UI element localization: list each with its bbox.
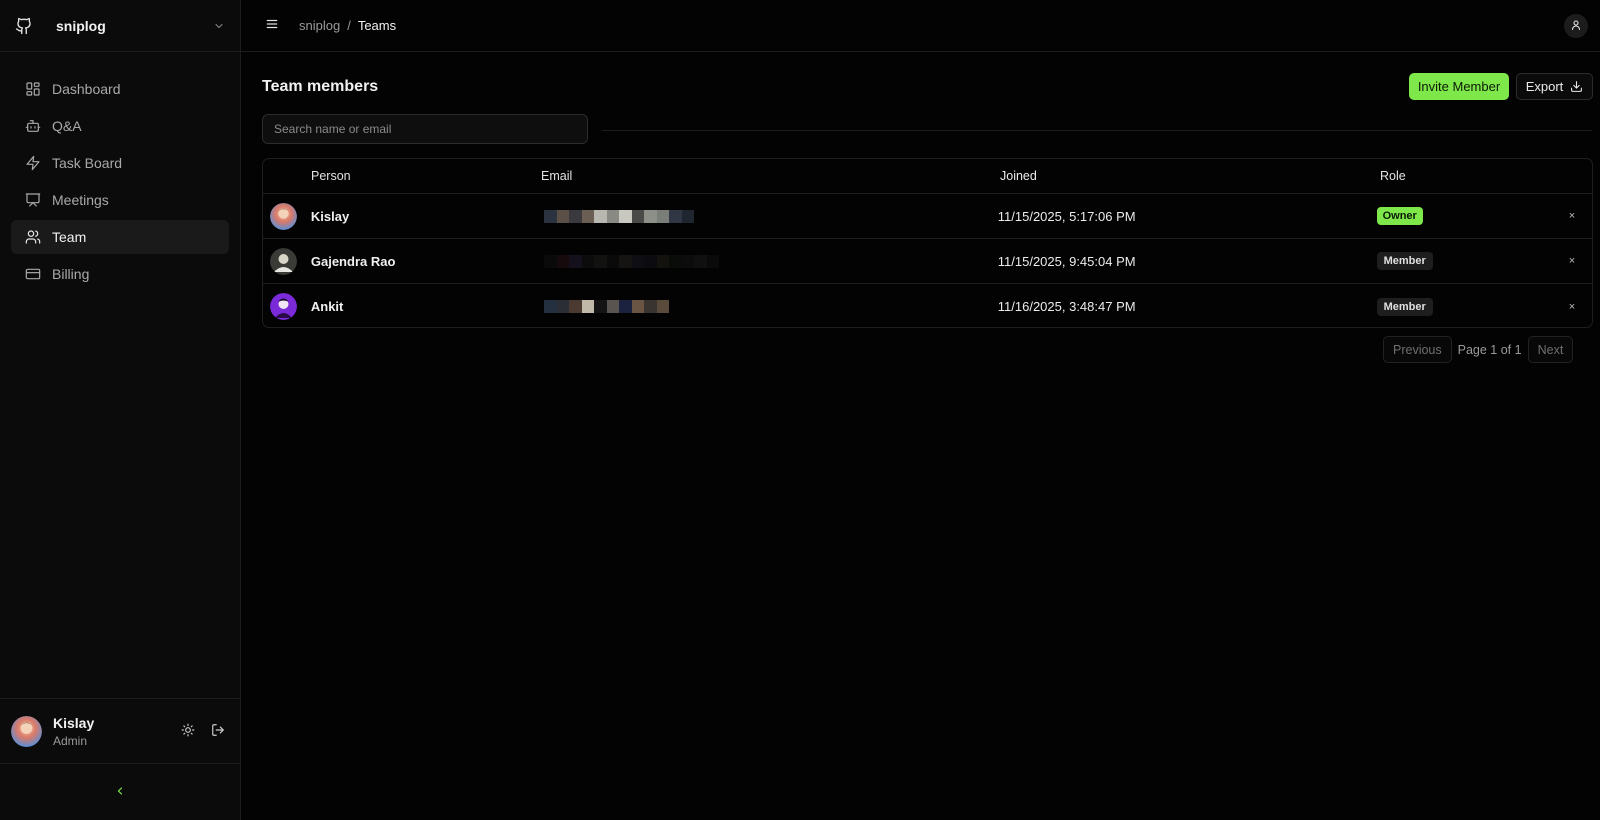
theme-toggle-button[interactable] (177, 720, 199, 742)
export-label: Export (1525, 79, 1564, 94)
redacted-email (544, 254, 998, 268)
role-badge: Member (1376, 252, 1433, 270)
sidebar-item-team[interactable]: Team (11, 220, 229, 254)
avatar (270, 202, 297, 230)
previous-page-button[interactable]: Previous (1383, 336, 1452, 363)
remove-member-button[interactable]: × (1566, 210, 1578, 222)
column-header-role[interactable]: Role (1380, 169, 1570, 183)
page-title: Team members (262, 78, 379, 95)
download-icon (1570, 80, 1583, 93)
sidebar-item-label: Task Board (52, 155, 123, 171)
column-header-person[interactable]: Person (311, 169, 541, 183)
lightning-icon (24, 155, 41, 172)
workspace-name: sniplog (56, 17, 106, 34)
member-name: Gajendra Rao (310, 253, 396, 269)
column-header-email[interactable]: Email (541, 169, 1000, 183)
redacted-email (544, 300, 998, 313)
table-row: Kislay 11/15/2025, 5:17:06 PM Owner × (263, 194, 1592, 239)
user-role: Admin (53, 733, 88, 748)
user-name: Kislay (53, 714, 95, 731)
logout-icon (211, 723, 225, 740)
sidebar-nav: Dashboard Q&A Task Board Meetings Team B… (0, 52, 240, 291)
redacted-email (544, 209, 998, 223)
table-row: Gajendra Rao 11/15/2025, 9:45:04 PM Memb… (263, 239, 1592, 284)
table-header: Person Email Joined Role (263, 159, 1592, 194)
profile-button[interactable] (1564, 14, 1588, 38)
pagination: Previous Page 1 of 1 Next (1383, 336, 1574, 363)
remove-member-button[interactable]: × (1566, 301, 1578, 313)
remove-member-button[interactable]: × (1566, 255, 1578, 267)
top-bar: sniplog / Teams (241, 0, 1600, 52)
hamburger-icon (265, 17, 279, 34)
avatar (270, 247, 297, 275)
github-icon (14, 16, 34, 36)
joined-date: 11/15/2025, 5:17:06 PM (997, 208, 1136, 224)
users-icon (24, 229, 41, 246)
sidebar-item-label: Team (52, 229, 87, 245)
sidebar: sniplog Dashboard Q&A Task Board Meeting… (0, 0, 241, 820)
chevron-down-icon (212, 19, 226, 33)
presentation-icon (24, 192, 41, 209)
page-info: Page 1 of 1 (1457, 342, 1522, 357)
sidebar-item-label: Q&A (52, 118, 82, 134)
sidebar-item-billing[interactable]: Billing (11, 257, 229, 291)
breadcrumb-separator: / (347, 18, 351, 33)
member-name: Kislay (310, 208, 350, 224)
sidebar-item-label: Billing (52, 266, 90, 282)
next-page-button[interactable]: Next (1527, 336, 1574, 363)
breadcrumb-current: Teams (357, 18, 397, 33)
joined-date: 11/15/2025, 9:45:04 PM (997, 253, 1136, 269)
chevron-left-icon (114, 785, 126, 800)
menu-toggle-button[interactable] (263, 17, 281, 35)
sidebar-item-label: Dashboard (52, 81, 121, 97)
breadcrumb-parent[interactable]: sniplog (299, 18, 340, 33)
sidebar-item-label: Meetings (52, 192, 109, 208)
sidebar-item-task-board[interactable]: Task Board (11, 146, 229, 180)
sidebar-item-qa[interactable]: Q&A (11, 109, 229, 143)
sidebar-user-panel: Kislay Admin (0, 698, 240, 764)
logout-button[interactable] (207, 720, 229, 742)
members-table: Person Email Joined Role Kislay 11/15/20… (262, 158, 1593, 328)
avatar[interactable] (11, 715, 42, 747)
joined-date: 11/16/2025, 3:48:47 PM (997, 299, 1136, 314)
divider (602, 130, 1592, 131)
workspace-switcher[interactable]: sniplog (0, 0, 240, 52)
role-badge: Member (1376, 297, 1433, 316)
user-icon (1570, 19, 1582, 34)
sidebar-item-meetings[interactable]: Meetings (11, 183, 229, 217)
grid-icon (24, 81, 41, 98)
bot-icon (24, 118, 41, 135)
column-header-joined[interactable]: Joined (1000, 169, 1380, 183)
breadcrumb: sniplog / Teams (299, 18, 396, 33)
sun-icon (181, 723, 195, 740)
invite-member-button[interactable]: Invite Member (1409, 73, 1509, 100)
export-button[interactable]: Export (1516, 73, 1593, 100)
sidebar-item-dashboard[interactable]: Dashboard (11, 72, 229, 106)
role-badge: Owner (1376, 207, 1423, 225)
collapse-sidebar-button[interactable] (0, 772, 240, 812)
table-row: Ankit 11/16/2025, 3:48:47 PM Member × (263, 284, 1592, 327)
credit-card-icon (24, 266, 41, 283)
member-name: Ankit (310, 299, 344, 314)
avatar (270, 293, 297, 320)
search-input[interactable] (262, 114, 588, 144)
